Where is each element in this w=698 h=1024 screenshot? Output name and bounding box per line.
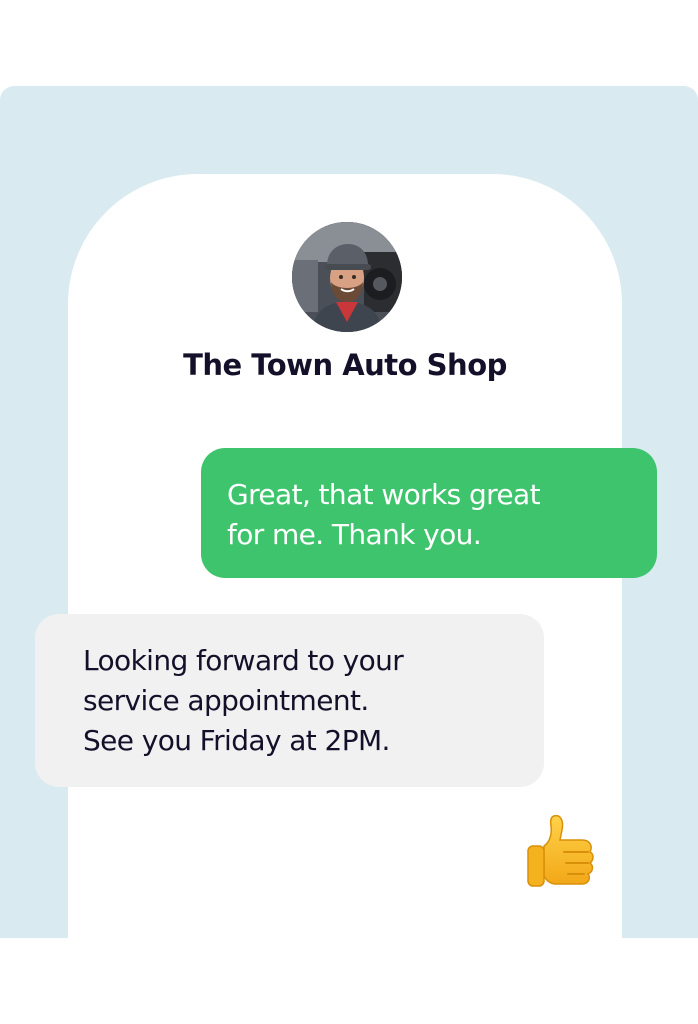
avatar[interactable] [292,222,402,332]
message-line: Great, that works great [227,478,541,511]
page: The Town Auto Shop Great, that works gre… [0,0,698,1024]
thumbs-up-icon[interactable] [520,810,602,892]
message-line: for me. Thank you. [227,518,482,551]
mechanic-portrait [292,222,402,332]
contact-name: The Town Auto Shop [183,348,507,382]
message-line: Looking forward to your [83,644,404,677]
incoming-message-bubble[interactable]: Looking forward to your service appointm… [35,614,544,787]
outgoing-message-bubble[interactable]: Great, that works great for me. Thank yo… [201,448,657,578]
message-line: See you Friday at 2PM. [83,724,390,757]
message-line: service appointment. [83,684,369,717]
